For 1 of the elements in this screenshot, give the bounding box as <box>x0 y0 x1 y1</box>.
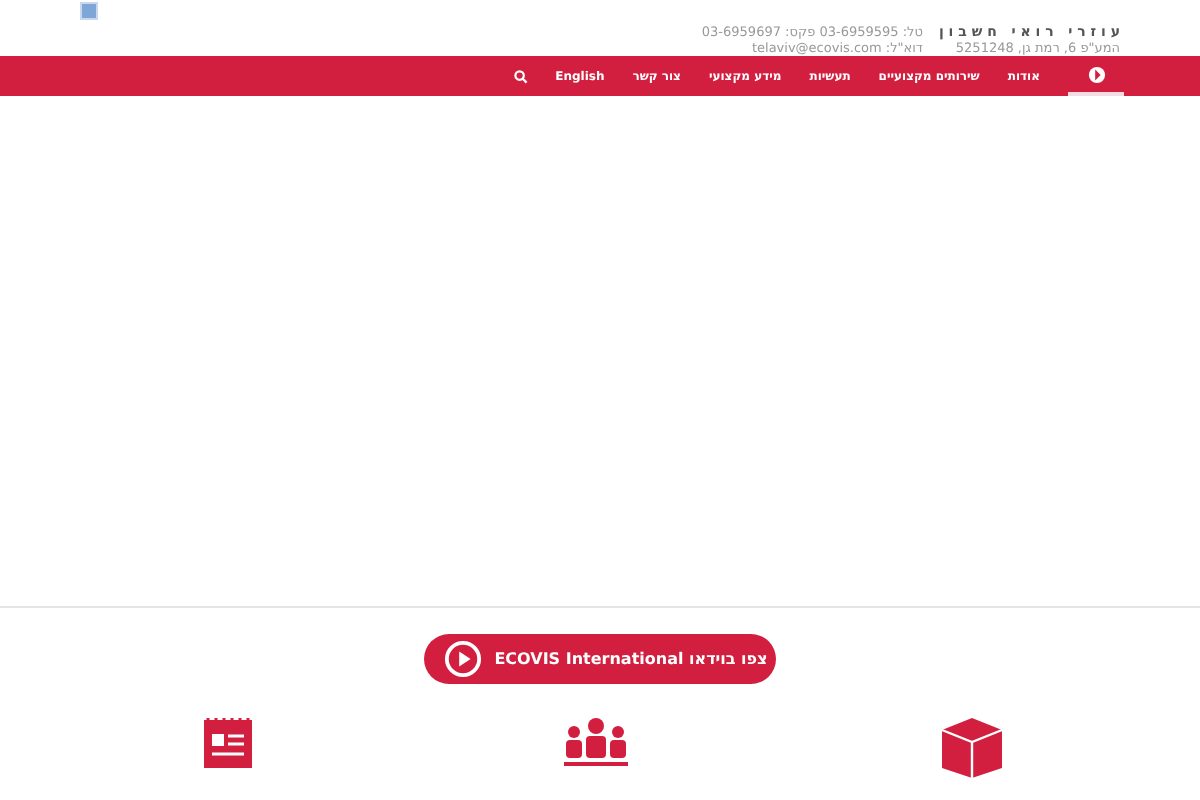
video-button[interactable]: צפו בוידאו ECOVIS International <box>424 634 776 684</box>
